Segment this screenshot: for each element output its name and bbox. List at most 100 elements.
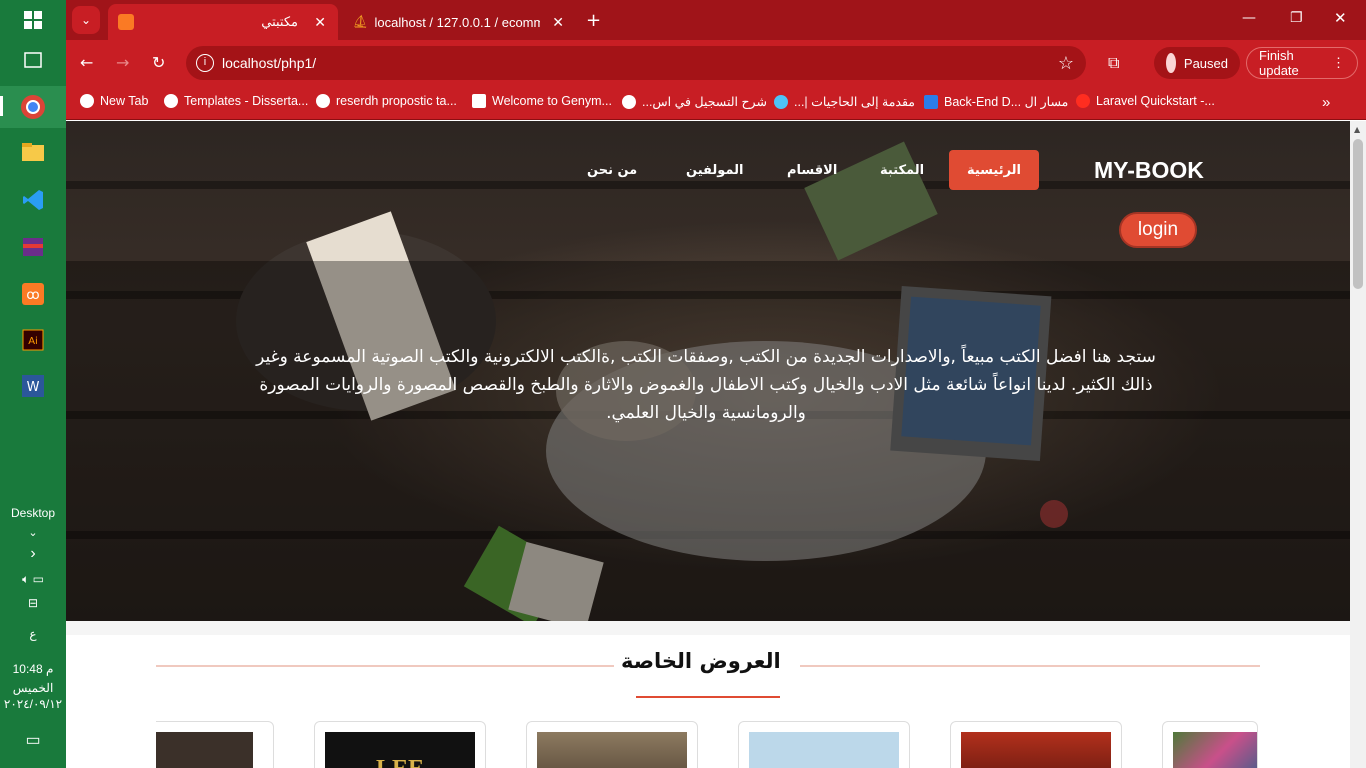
- svg-text:LEE: LEE: [376, 756, 424, 768]
- bookmark-laravel[interactable]: Laravel Quickstart -...: [1076, 94, 1215, 108]
- carousel-mask-left: [66, 716, 156, 768]
- minimize-icon[interactable]: —: [1242, 10, 1256, 26]
- new-tab-icon[interactable]: +: [586, 10, 601, 31]
- more-bookmarks-icon[interactable]: »: [1322, 94, 1330, 111]
- scrollbar-thumb[interactable]: [1353, 139, 1363, 289]
- book-cover: [961, 732, 1111, 768]
- title-rule-left: [156, 665, 614, 667]
- profile-button[interactable]: Paused: [1154, 47, 1240, 79]
- book-card[interactable]: [526, 721, 698, 768]
- svg-text:W: W: [27, 380, 40, 395]
- site-brand[interactable]: MY-BOOK: [1094, 157, 1204, 184]
- nav-library-link[interactable]: المكتبة: [880, 163, 924, 178]
- web-page: MY-BOOK الرئيسية المكتبة الاقسام المولفي…: [66, 121, 1350, 768]
- hero-section: MY-BOOK الرئيسية المكتبة الاقسام المولفي…: [66, 121, 1350, 621]
- xampp-icon[interactable]: ꝏ: [13, 274, 53, 314]
- language-indicator[interactable]: ع: [0, 627, 66, 641]
- laravel-icon: [1076, 94, 1090, 108]
- word-icon[interactable]: W: [13, 366, 53, 406]
- toolbar: ← → ↻ i localhost/php1/ ☆ ⧉ Paused Finis…: [66, 40, 1366, 86]
- nav-about-link[interactable]: من نحن: [587, 163, 637, 178]
- volume-icon[interactable]: 🔈︎ ▭: [0, 572, 66, 587]
- desktop-label[interactable]: Desktop: [0, 506, 66, 520]
- login-button[interactable]: login: [1119, 212, 1197, 248]
- bookmark-backend[interactable]: Back-End D... مسار ال: [924, 94, 1068, 109]
- chevron-right-icon[interactable]: ›: [0, 545, 66, 563]
- close-icon[interactable]: ✕: [314, 14, 326, 31]
- chrome-icon[interactable]: [0, 86, 66, 128]
- network-icon[interactable]: ⊟: [0, 596, 66, 610]
- bookmark-new-tab[interactable]: New Tab: [80, 94, 148, 108]
- tab-search-icon[interactable]: ⌄: [72, 6, 100, 34]
- bookmark-genymotion[interactable]: Welcome to Genym...: [472, 94, 612, 108]
- scroll-up-icon[interactable]: ▲: [1354, 125, 1360, 134]
- book-cover: [749, 732, 899, 768]
- tab-phpmyadmin[interactable]: ⛵︎ localhost / 127.0.0.1 / ecommer ✕: [342, 4, 576, 40]
- bookmark-reserdh[interactable]: reserdh propostic ta...: [316, 94, 457, 108]
- book-card[interactable]: [738, 721, 910, 768]
- phpmyadmin-favicon-icon: ⛵︎: [352, 14, 369, 29]
- nav-home-button[interactable]: الرئيسية: [949, 150, 1039, 190]
- globe-icon: [80, 94, 94, 108]
- book-card[interactable]: [1162, 721, 1258, 768]
- e-icon: [924, 94, 938, 109]
- tab-mylibrary[interactable]: مكتبتي ✕: [108, 4, 338, 40]
- nav-sections-link[interactable]: الاقسام: [787, 163, 837, 178]
- book-cover: [1173, 732, 1257, 768]
- taskbar: ꝏ Ai W Desktop ⌄ › 🔈︎ ▭ ⊟ ع 10:48 م الخم…: [0, 0, 66, 768]
- xampp-favicon-icon: [118, 14, 134, 30]
- task-view-icon[interactable]: [13, 40, 53, 80]
- globe-icon: [164, 94, 178, 108]
- tab-strip: ⌄ مكتبتي ✕ ⛵︎ localhost / 127.0.0.1 / ec…: [66, 0, 1366, 40]
- book-card[interactable]: LEE: [314, 721, 486, 768]
- bookmark-templates[interactable]: Templates - Disserta...: [164, 94, 308, 108]
- carousel-mask-right: [1260, 716, 1350, 768]
- svg-text:Ai: Ai: [28, 336, 38, 347]
- finish-update-button[interactable]: Finish update ⋮: [1246, 47, 1358, 79]
- section-title: العروض الخاصة: [621, 649, 781, 673]
- menu-icon[interactable]: ⋮: [1332, 55, 1345, 71]
- globe-icon: [622, 94, 636, 109]
- extensions-icon[interactable]: ⧉: [1108, 53, 1119, 73]
- profile-status: Paused: [1183, 55, 1228, 71]
- finish-update-label: Finish update: [1259, 48, 1299, 78]
- winrar-icon[interactable]: [13, 227, 53, 267]
- bookmark-star-icon[interactable]: ☆: [1058, 53, 1074, 74]
- chevrons-down-icon[interactable]: ⌄: [0, 526, 66, 539]
- nav-authors-link[interactable]: المولفين: [686, 163, 743, 178]
- tab-label: مكتبتي: [261, 14, 298, 29]
- vscode-icon[interactable]: [13, 180, 53, 220]
- file-explorer-icon[interactable]: [13, 132, 53, 172]
- site-info-icon[interactable]: i: [196, 54, 214, 72]
- tab-label: localhost / 127.0.0.1 / ecommer: [374, 14, 540, 30]
- restore-icon[interactable]: ❐: [1290, 10, 1303, 26]
- bookmarks-bar: New Tab Templates - Disserta... reserdh …: [66, 86, 1366, 120]
- back-icon[interactable]: ←: [80, 53, 93, 72]
- close-icon[interactable]: ✕: [552, 14, 564, 31]
- bookmark-widgets[interactable]: مقدمة إلى الحاجيات |...: [774, 94, 915, 109]
- clock-time[interactable]: 10:48 م: [0, 662, 66, 676]
- hero-description: ستجد هنا افضل الكتب مبيعاً ,والاصدارات ا…: [256, 347, 1156, 423]
- book-cover: LEE: [325, 732, 475, 768]
- svg-text:ꝏ: ꝏ: [26, 288, 39, 303]
- reload-icon[interactable]: ↻: [152, 53, 165, 72]
- book-cover: [537, 732, 687, 768]
- clock-day[interactable]: الخميس: [0, 681, 66, 695]
- google-icon: [316, 94, 330, 108]
- window-close-icon[interactable]: ✕: [1334, 9, 1347, 27]
- clock-date[interactable]: ٢٠٢٤/٠٩/١٢: [0, 697, 66, 711]
- page-scrollbar[interactable]: ▲: [1350, 121, 1366, 768]
- gmail-icon: [472, 94, 486, 108]
- hero-overlay: [66, 261, 1350, 621]
- title-rule-right: [800, 665, 1260, 667]
- book-card[interactable]: [950, 721, 1122, 768]
- notification-icon[interactable]: ▭: [0, 730, 66, 750]
- forward-icon[interactable]: →: [116, 53, 129, 72]
- flutter-icon: [774, 94, 788, 109]
- bookmark-registration[interactable]: شرح التسجيل في اس...: [622, 94, 767, 109]
- section-divider: [66, 621, 1350, 635]
- browser-window: ⌄ مكتبتي ✕ ⛵︎ localhost / 127.0.0.1 / ec…: [66, 0, 1366, 768]
- illustrator-icon[interactable]: Ai: [13, 320, 53, 360]
- address-bar[interactable]: i localhost/php1/ ☆: [186, 46, 1086, 80]
- windows-start-icon[interactable]: [13, 0, 53, 40]
